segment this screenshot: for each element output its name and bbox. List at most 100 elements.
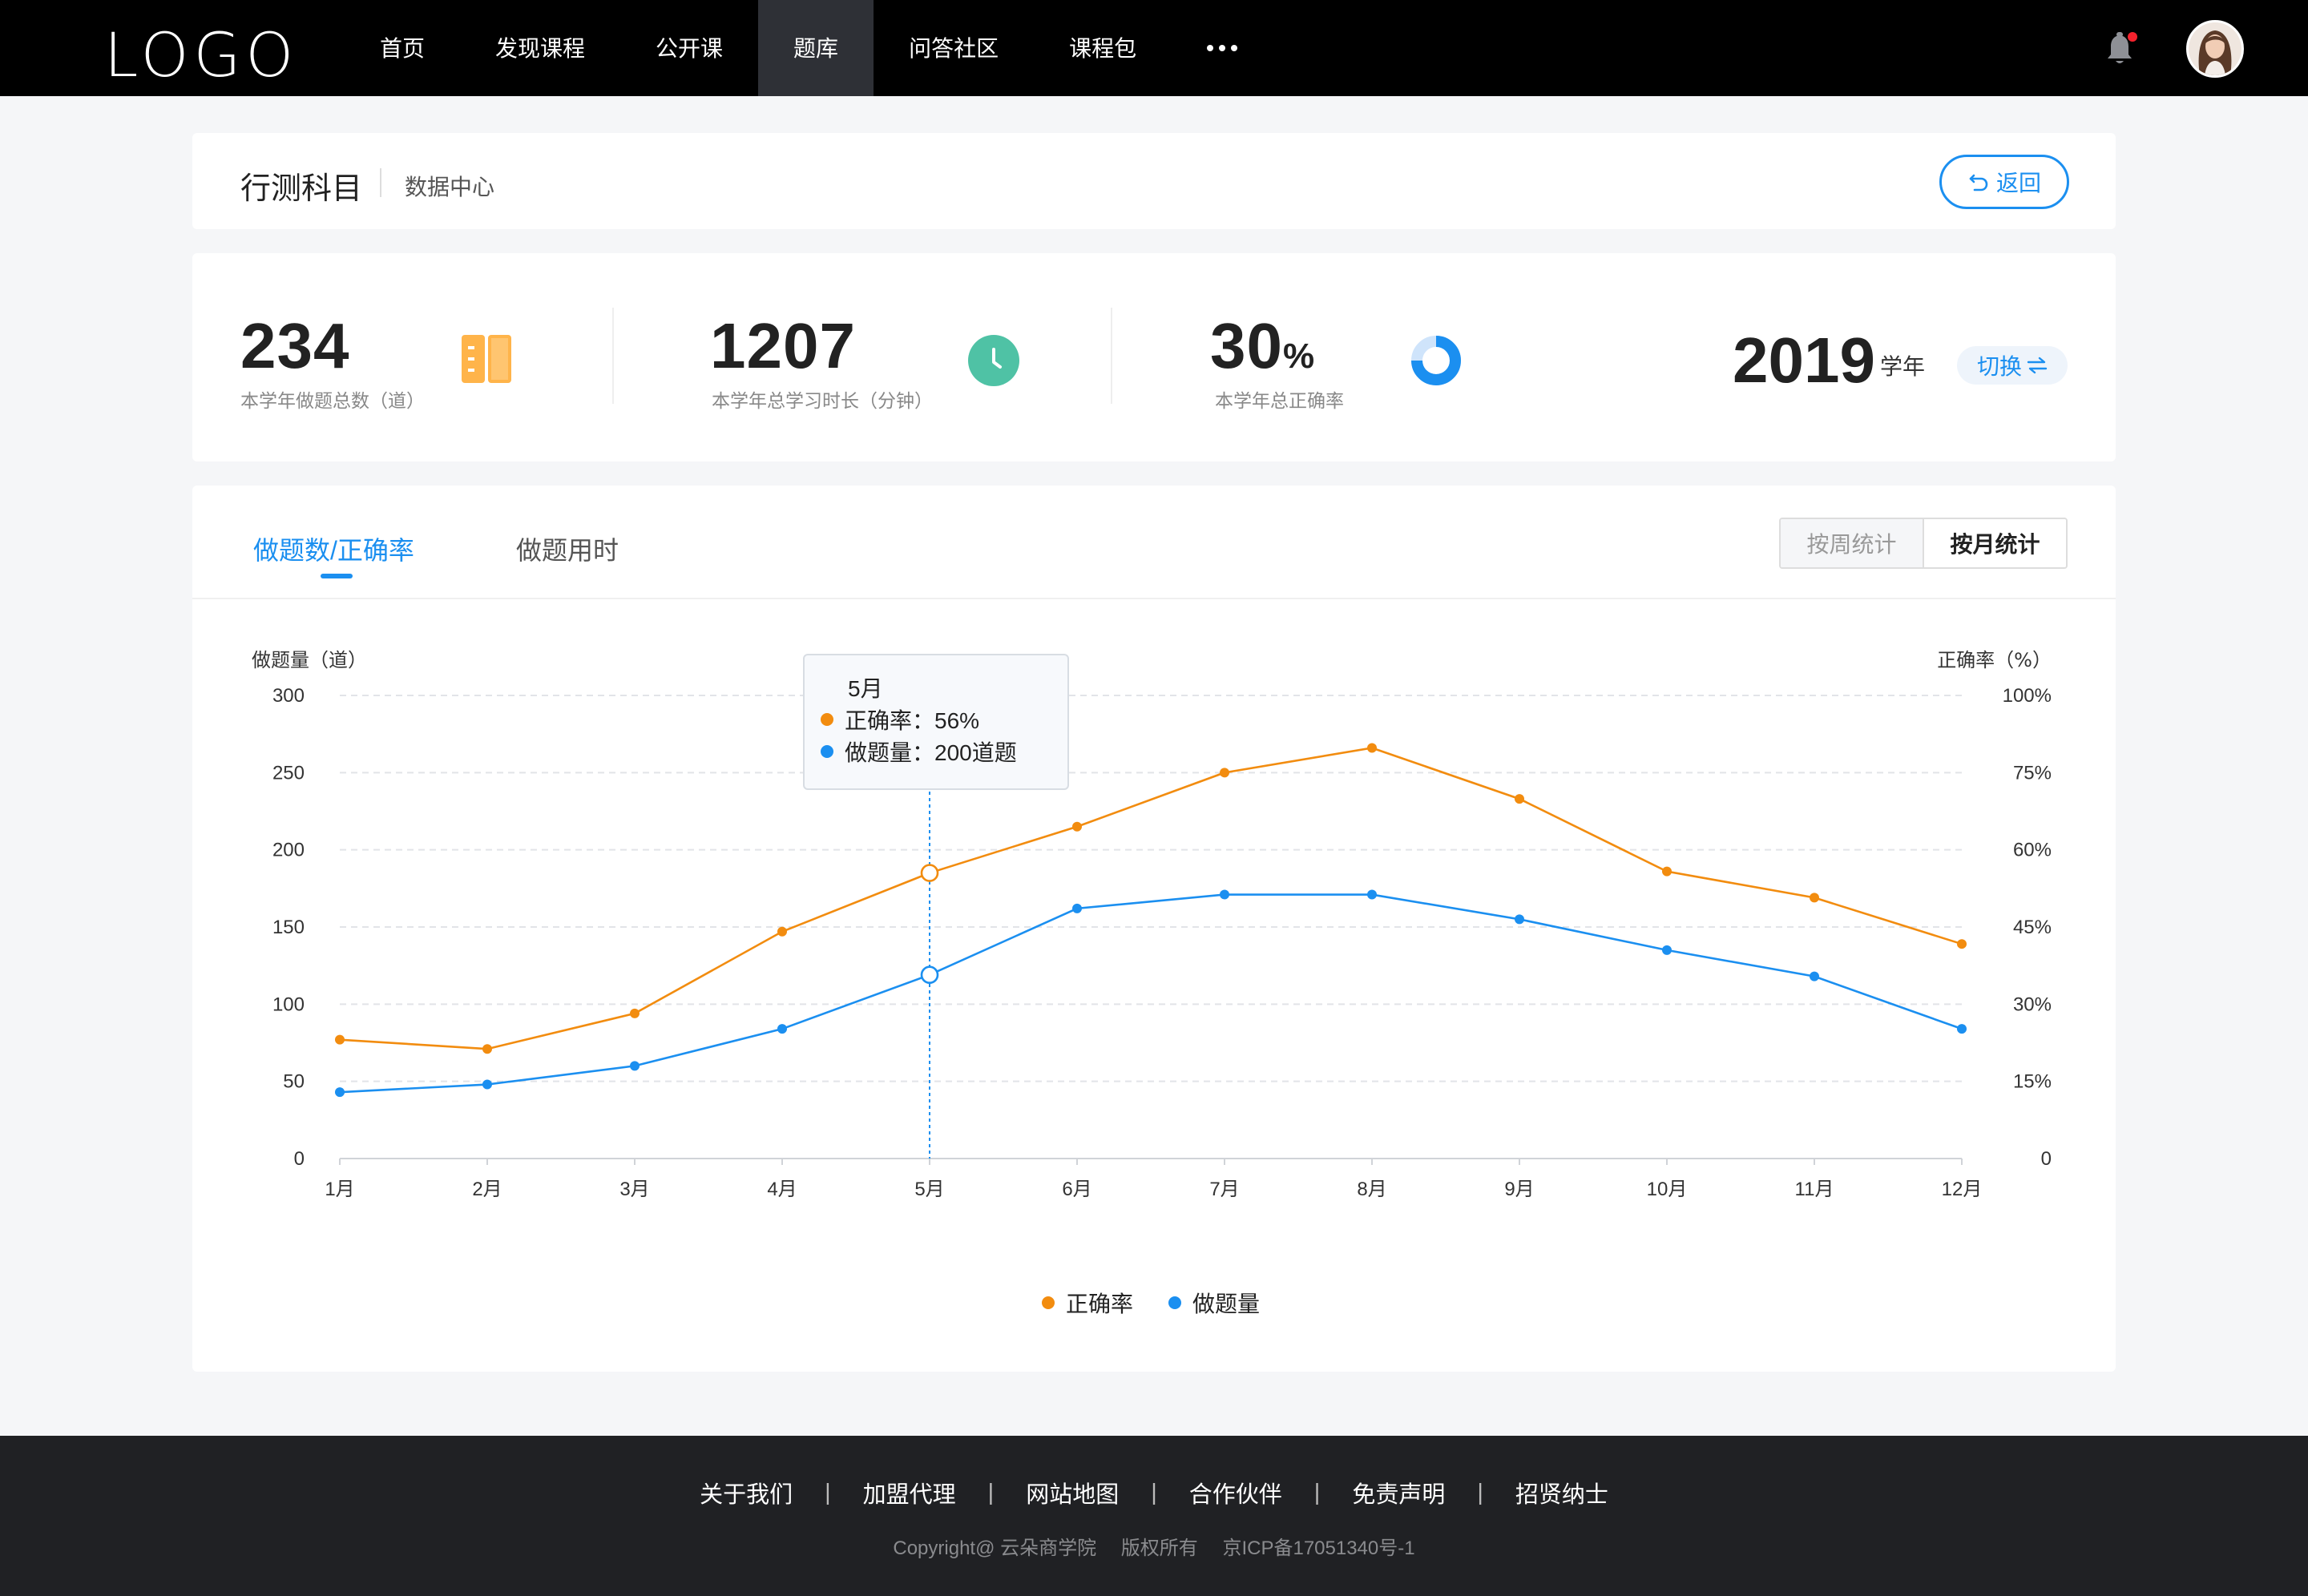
x-tick-label: 8月 — [1357, 1179, 1386, 1200]
main-nav: 首页 发现课程 公开课 题库 问答社区 课程包 — [345, 0, 1273, 96]
clock-icon — [968, 335, 1019, 386]
footer-link-partners[interactable]: 合作伙伴 — [1157, 1476, 1314, 1509]
user-avatar[interactable] — [2186, 20, 2244, 78]
y-tick-label-left: 200 — [272, 840, 305, 861]
data-point — [1810, 893, 1819, 903]
footer-links: 关于我们 | 加盟代理 | 网站地图 | 合作伙伴 | 免责声明 | 招贤纳士 — [0, 1476, 2308, 1509]
switch-year-button[interactable]: 切换 — [1957, 346, 2068, 385]
data-point — [1957, 939, 1967, 949]
data-point — [1662, 945, 1672, 955]
data-point — [630, 1008, 640, 1018]
x-tick-label: 10月 — [1647, 1179, 1688, 1200]
x-tick-label: 6月 — [1062, 1179, 1091, 1200]
data-point — [777, 1024, 787, 1034]
accuracy-number: 30 — [1210, 310, 1283, 381]
legend-label: 做题量 — [1192, 1292, 1261, 1316]
footer-separator: | — [1151, 1479, 1157, 1505]
footer-link-sitemap[interactable]: 网站地图 — [994, 1476, 1151, 1509]
x-tick-label: 3月 — [619, 1179, 649, 1200]
nav-item-open-courses[interactable]: 公开课 — [620, 0, 758, 96]
y-tick-label-right: 30% — [2013, 993, 2052, 1015]
data-point — [1367, 743, 1377, 753]
total-questions-value: 234 — [240, 310, 350, 381]
legend-item-accuracy[interactable]: 正确率 — [1042, 1287, 1133, 1319]
back-arrow-icon — [1969, 174, 1988, 191]
footer-separator: | — [825, 1479, 831, 1505]
y-tick-label-right: 100% — [2003, 685, 2052, 707]
count-dot-icon — [821, 745, 833, 758]
footer-separator: | — [1313, 1479, 1321, 1505]
notification-bell-icon[interactable] — [2104, 30, 2139, 67]
nav-item-question-bank[interactable]: 题库 — [758, 0, 874, 96]
y-tick-label-left: 300 — [272, 685, 305, 707]
top-navbar: LOGO 首页 发现课程 公开课 题库 问答社区 课程包 — [0, 0, 2308, 96]
data-point — [1957, 1024, 1967, 1034]
series-line-count — [339, 893, 1963, 1094]
y-tick-label-left: 250 — [272, 762, 305, 784]
legend-label: 正确率 — [1066, 1292, 1134, 1316]
line-chart: 做题量（道） 正确率（%） 300 100% 250 75% 200 60% 150 45% 100… — [252, 649, 2052, 1200]
copyright: Copyright@ 云朵商学院 版权所有 京ICP备17051340号-1 — [0, 1532, 2308, 1560]
study-minutes-label: 本学年总学习时长（分钟） — [712, 390, 933, 411]
nav-item-discover-courses[interactable]: 发现课程 — [460, 0, 620, 96]
chart-legend: 正确率 做题量 — [1042, 1287, 1260, 1319]
accuracy-value: 30% — [1210, 309, 1315, 383]
page-title: 行测科目 — [240, 172, 363, 206]
tooltip-count-text: 做题量：200道题 — [845, 740, 1017, 765]
data-point — [1220, 889, 1229, 900]
footer-link-about[interactable]: 关于我们 — [668, 1476, 825, 1509]
more-icon[interactable] — [1172, 0, 1273, 96]
stats-card: 234 本学年做题总数（道） 1207 本学年总学习时长（分钟） 30% 本学年… — [192, 253, 2116, 461]
academic-year-unit: 学年 — [1880, 354, 1926, 379]
tooltip-accuracy-text: 正确率：56% — [845, 708, 980, 733]
data-point — [335, 1034, 345, 1045]
accuracy-label: 本学年总正确率 — [1215, 390, 1344, 411]
y-tick-label-right: 60% — [2013, 840, 2052, 861]
rights-text: 版权所有 — [1120, 1538, 1198, 1559]
y-axis-title-right: 正确率（%） — [1937, 649, 2052, 671]
highlighted-data-point — [920, 965, 939, 985]
data-point — [335, 1087, 345, 1098]
y-tick-label-left: 50 — [283, 1071, 305, 1093]
nav-item-course-packages[interactable]: 课程包 — [1034, 0, 1172, 96]
icp-text: 京ICP备17051340号-1 — [1222, 1538, 1415, 1559]
data-point — [1515, 794, 1524, 804]
footer-link-disclaimer[interactable]: 免责声明 — [1320, 1476, 1477, 1509]
back-button-label: 返回 — [1995, 171, 2041, 195]
footer-link-agency[interactable]: 加盟代理 — [831, 1476, 988, 1509]
x-tick-label: 9月 — [1504, 1179, 1534, 1200]
page-header-card: 行测科目 数据中心 返回 — [192, 133, 2116, 229]
x-tick-label: 4月 — [767, 1179, 797, 1200]
book-icon — [462, 335, 511, 383]
swap-icon — [2027, 357, 2048, 374]
academic-year-value: 2019 — [1733, 324, 1875, 396]
x-tick-label: 12月 — [1942, 1179, 1983, 1200]
chart-tooltip: 5月 正确率：56% 做题量：200道题 — [803, 654, 1069, 790]
nav-item-qa-community[interactable]: 问答社区 — [874, 0, 1034, 96]
highlighted-data-point — [920, 864, 939, 882]
back-button[interactable]: 返回 — [1939, 155, 2069, 209]
tooltip-accuracy-row: 正确率：56% — [821, 703, 979, 736]
x-tick-label: 5月 — [914, 1179, 944, 1200]
nav-item-home[interactable]: 首页 — [345, 0, 460, 96]
y-axis-title-left: 做题量（道） — [252, 649, 367, 671]
data-point — [482, 1044, 492, 1054]
breadcrumb: 数据中心 — [405, 175, 495, 200]
x-tick-label: 11月 — [1795, 1179, 1834, 1200]
header-divider — [380, 168, 381, 197]
copyright-text: Copyright@ 云朵商学院 — [893, 1538, 1097, 1559]
study-minutes-value: 1207 — [710, 310, 856, 381]
data-point — [630, 1061, 640, 1071]
legend-dot-icon — [1168, 1296, 1182, 1309]
stat-divider — [612, 308, 614, 404]
data-point — [1220, 768, 1229, 778]
data-point — [1515, 914, 1524, 925]
y-tick-label-right: 45% — [2013, 917, 2052, 938]
logo[interactable]: LOGO — [104, 19, 298, 91]
legend-dot-icon — [1042, 1296, 1055, 1309]
x-tick-label: 2月 — [472, 1179, 502, 1200]
data-point — [777, 926, 787, 937]
footer-link-careers[interactable]: 招贤纳士 — [1483, 1476, 1640, 1509]
footer-separator: | — [1477, 1479, 1483, 1505]
legend-item-count[interactable]: 做题量 — [1168, 1287, 1260, 1319]
